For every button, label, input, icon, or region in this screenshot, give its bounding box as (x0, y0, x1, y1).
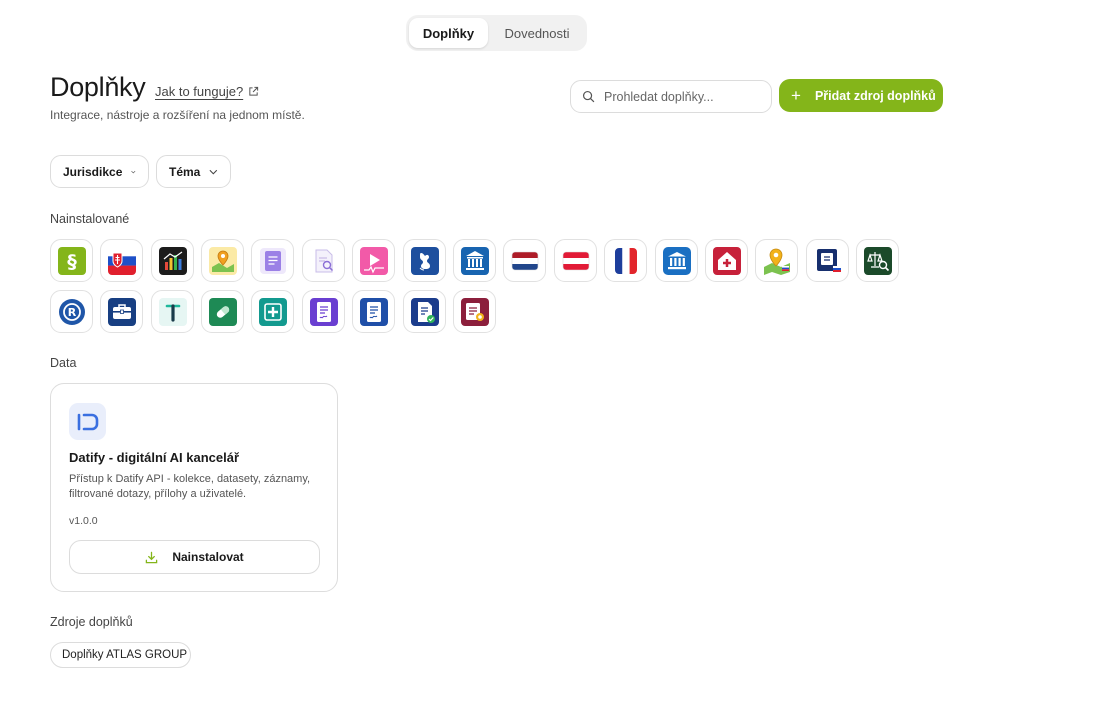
installed-addon-8[interactable] (403, 239, 446, 282)
addon-card-title: Datify - digitální AI kancelář (69, 450, 240, 465)
page-title: Doplňky (50, 72, 146, 102)
source-atlas-group[interactable]: Doplňky ATLAS GROUP (50, 642, 192, 668)
addon-card-datify: Datify - digitální AI kancelář Přístup k… (50, 383, 338, 592)
signed-document-icon (309, 297, 338, 326)
document-icon (259, 247, 286, 274)
how-it-works-label: Jak to funguje? (155, 84, 244, 99)
svg-text:§: § (67, 251, 77, 273)
filter-topic[interactable]: Téma (156, 155, 231, 188)
czech-lion-emblem-icon (410, 246, 439, 275)
search-icon (582, 90, 595, 103)
installed-addon-6[interactable] (302, 239, 345, 282)
addon-card-version: v1.0.0 (69, 515, 98, 527)
government-building-icon (460, 246, 489, 275)
search-box[interactable] (570, 80, 772, 113)
installed-addon-3[interactable] (151, 239, 194, 282)
filter-topic-label: Téma (169, 164, 201, 179)
svg-text:R: R (67, 306, 76, 319)
registered-mark-icon: R (58, 298, 85, 325)
installed-addon-25[interactable] (403, 290, 446, 333)
tab-addons[interactable]: Doplňky (409, 18, 488, 48)
medical-cross-icon (258, 297, 287, 326)
installed-addon-20[interactable] (151, 290, 194, 333)
approved-document-icon (410, 297, 439, 326)
add-source-label: Přidat zdroj doplňků (814, 88, 936, 103)
france-flag-icon (614, 247, 637, 274)
paragraph-icon: § (57, 246, 86, 275)
installed-addon-10[interactable] (503, 239, 546, 282)
external-link-icon (249, 86, 259, 96)
datify-logo-icon (77, 413, 98, 430)
installed-addon-26[interactable] (453, 290, 496, 333)
bar-chart-icon (158, 246, 187, 275)
installed-addon-24[interactable] (352, 290, 395, 333)
installed-addon-7[interactable] (352, 239, 395, 282)
briefcase-icon (107, 297, 136, 326)
map-location-icon (763, 248, 790, 275)
installed-addon-22[interactable] (251, 290, 294, 333)
installed-addon-17[interactable] (856, 239, 899, 282)
installed-addon-13[interactable] (655, 239, 698, 282)
document-search-icon (315, 249, 333, 272)
installed-addon-1[interactable]: § (50, 239, 93, 282)
chevron-down-icon (131, 170, 136, 173)
addon-card-description: Přístup k Datify API - kolekce, datasety… (69, 473, 311, 500)
sources-heading: Zdroje doplňků (50, 615, 133, 629)
map-pin-icon (208, 246, 237, 275)
installed-heading: Nainstalované (50, 212, 130, 226)
netherlands-flag-icon (511, 251, 538, 270)
pill-icon (208, 297, 237, 326)
austria-flag-icon (562, 251, 589, 270)
download-icon (146, 551, 158, 563)
add-source-button[interactable]: + Přidat zdroj doplňků (779, 79, 943, 112)
source-label: Doplňky ATLAS GROUP (62, 649, 188, 661)
install-button[interactable]: Nainstalovat (69, 540, 320, 574)
view-switcher: Doplňky Dovednosti (406, 15, 587, 51)
installed-addon-4[interactable] (201, 239, 244, 282)
filter-jurisdiction-label: Jurisdikce (63, 164, 123, 179)
data-heading: Data (50, 356, 77, 370)
installed-addon-15[interactable] (755, 239, 798, 282)
installed-addon-12[interactable] (604, 239, 647, 282)
tab-skills[interactable]: Dovednosti (490, 18, 584, 48)
installed-addon-11[interactable] (554, 239, 597, 282)
signed-document-blue-icon (359, 297, 388, 326)
install-label: Nainstalovat (172, 550, 244, 564)
datify-logo (69, 403, 106, 440)
slovakia-flag-icon (107, 246, 136, 275)
plus-icon: + (791, 86, 801, 105)
installed-addon-21[interactable] (201, 290, 244, 333)
chevron-down-icon (209, 169, 218, 174)
installed-addon-16[interactable] (806, 239, 849, 282)
how-it-works-link[interactable]: Jak to funguje? (155, 84, 259, 99)
installed-addon-9[interactable] (453, 239, 496, 282)
video-play-icon (359, 246, 388, 275)
filter-jurisdiction[interactable]: Jurisdikce (50, 155, 149, 188)
scales-search-icon (863, 246, 892, 275)
registry-book-icon (816, 248, 841, 272)
installed-addon-19[interactable] (100, 290, 143, 333)
installed-addon-5[interactable] (251, 239, 294, 282)
page-subtitle: Integrace, nástroje a rozšíření na jedno… (50, 108, 305, 122)
installed-addon-23[interactable] (302, 290, 345, 333)
t-letter-icon (158, 297, 187, 326)
health-house-icon (712, 246, 741, 275)
search-input[interactable] (604, 89, 754, 104)
installed-addon-2[interactable] (100, 239, 143, 282)
installed-addon-18[interactable]: R (50, 290, 93, 333)
installed-addon-14[interactable] (705, 239, 748, 282)
institution-icon (662, 246, 691, 275)
certified-document-icon (460, 297, 489, 326)
